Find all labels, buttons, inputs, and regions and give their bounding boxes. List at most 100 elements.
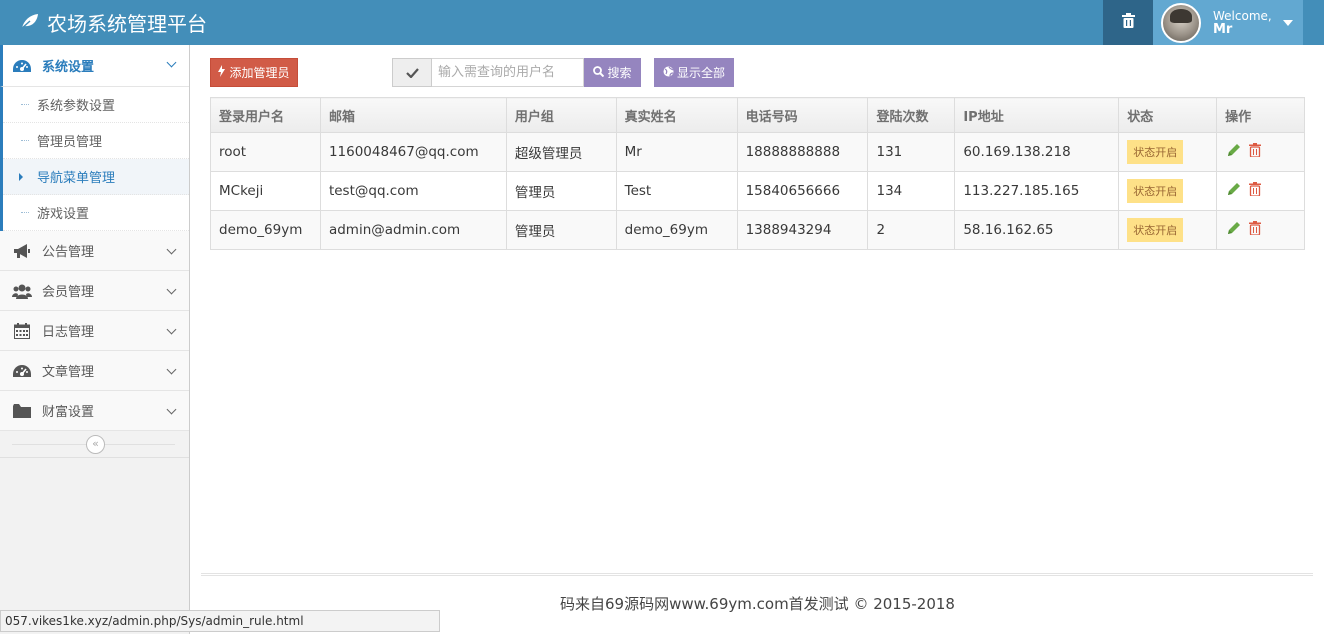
chevron-down-icon	[166, 364, 177, 375]
user-name: Mr	[1213, 21, 1233, 37]
submenu-label: 系统参数设置	[37, 99, 116, 114]
submenu-label: 管理员管理	[37, 135, 103, 150]
submenu-item-admin[interactable]: 管理员管理	[3, 123, 189, 159]
col-header: 真实姓名	[615, 97, 738, 133]
brand-title: 农场系统管理平台	[47, 12, 207, 36]
show-all-label: 显示全部	[676, 66, 725, 80]
col-header: 用户组	[505, 97, 617, 133]
sidebar-item-wealth[interactable]: 财富设置	[0, 391, 189, 431]
globe-icon	[663, 66, 674, 80]
sidebar-item-label: 系统设置	[42, 60, 95, 75]
chevron-down-icon	[166, 284, 177, 295]
sidebar-item-announcements[interactable]: 公告管理	[0, 231, 189, 271]
table-row: root 1160048467@qq.com 超级管理员 Mr 18888888…	[210, 132, 1305, 172]
cell-phone: 1388943294	[736, 210, 869, 250]
table-row: MCkeji test@qq.com 管理员 Test 15840656666 …	[210, 171, 1305, 211]
cell-group: 管理员	[505, 171, 617, 211]
bullhorn-icon	[12, 242, 32, 260]
sidebar-item-label: 会员管理	[42, 285, 95, 300]
browser-status-bar: 057.vikes1ke.xyz/admin.php/Sys/admin_rul…	[0, 610, 440, 632]
cell-logins: 2	[867, 210, 956, 250]
cell-realname: demo_69ym	[615, 210, 738, 250]
table-row: demo_69ym admin@admin.com 管理员 demo_69ym …	[210, 210, 1305, 250]
col-header: 操作	[1216, 97, 1305, 133]
cell-logins: 134	[867, 171, 956, 211]
cell-email: test@qq.com	[319, 171, 507, 211]
check-icon	[392, 58, 432, 87]
col-header: 登录用户名	[210, 97, 321, 133]
cell-username: root	[210, 132, 321, 172]
trash-icon	[1121, 13, 1135, 32]
cell-actions	[1216, 132, 1305, 172]
col-header: 电话号码	[736, 97, 869, 133]
search-icon	[593, 65, 605, 80]
sidebar-item-label: 文章管理	[42, 365, 95, 380]
cell-logins: 131	[867, 132, 956, 172]
cell-username: demo_69ym	[210, 210, 321, 250]
add-admin-button[interactable]: 添加管理员	[210, 58, 298, 87]
cell-realname: Test	[615, 171, 738, 211]
user-menu[interactable]: Welcome, Mr	[1153, 0, 1303, 45]
status-badge[interactable]: 状态开启	[1127, 179, 1184, 203]
sidebar-collapse-bar: «	[0, 431, 189, 458]
user-info: Welcome, Mr	[1213, 9, 1272, 37]
sidebar-item-articles[interactable]: 文章管理	[0, 351, 189, 391]
bolt-icon	[218, 65, 226, 80]
cell-phone: 18888888888	[736, 132, 869, 172]
submenu-item-game[interactable]: 游戏设置	[3, 195, 189, 231]
welcome-text: Welcome,	[1213, 8, 1272, 23]
submenu-label: 导航菜单管理	[37, 171, 116, 186]
cell-ip: 113.227.185.165	[954, 171, 1120, 211]
trash-icon[interactable]	[1249, 182, 1262, 200]
chevron-down-icon	[166, 244, 177, 255]
show-all-button[interactable]: 显示全部	[654, 58, 734, 87]
sidebar-item-label: 日志管理	[42, 325, 95, 340]
admin-table: 登录用户名 邮箱 用户组 真实姓名 电话号码 登陆次数 IP地址 状态 操作 r…	[210, 97, 1305, 250]
sidebar-item-members[interactable]: 会员管理	[0, 271, 189, 311]
add-admin-label: 添加管理员	[229, 66, 290, 80]
cell-group: 管理员	[505, 210, 617, 250]
status-badge[interactable]: 状态开启	[1127, 218, 1184, 242]
caret-down-icon	[1283, 20, 1293, 26]
pencil-icon[interactable]	[1227, 221, 1241, 239]
col-header: 邮箱	[319, 97, 507, 133]
cell-status: 状态开启	[1118, 132, 1218, 172]
folder-icon	[12, 402, 32, 420]
collapse-icon[interactable]: «	[86, 435, 105, 454]
pencil-icon[interactable]	[1227, 143, 1241, 161]
cell-actions	[1216, 171, 1305, 211]
search-button-label: 搜索	[607, 66, 632, 80]
chevron-down-icon	[166, 404, 177, 415]
col-header: 登陆次数	[867, 97, 956, 133]
navbar: 农场系统管理平台 Welcome, Mr	[0, 0, 1324, 45]
brand[interactable]: 农场系统管理平台	[20, 0, 207, 45]
trash-button[interactable]	[1103, 0, 1153, 45]
submenu-item-nav-menu[interactable]: 导航菜单管理	[3, 159, 189, 195]
cell-email: 1160048467@qq.com	[319, 132, 507, 172]
submenu: 系统参数设置 管理员管理 导航菜单管理 游戏设置	[0, 87, 189, 231]
search-button[interactable]: 搜索	[584, 58, 641, 87]
sidebar-item-label: 财富设置	[42, 405, 95, 420]
cell-actions	[1216, 210, 1305, 250]
pencil-icon[interactable]	[1227, 182, 1241, 200]
col-header: 状态	[1118, 97, 1218, 133]
cell-username: MCkeji	[210, 171, 321, 211]
table-header-row: 登录用户名 邮箱 用户组 真实姓名 电话号码 登陆次数 IP地址 状态 操作	[210, 97, 1305, 133]
submenu-label: 游戏设置	[37, 207, 90, 222]
chevron-down-icon	[166, 57, 177, 68]
sidebar-item-logs[interactable]: 日志管理	[0, 311, 189, 351]
submenu-item-params[interactable]: 系统参数设置	[3, 87, 189, 123]
avatar	[1161, 2, 1201, 43]
cell-status: 状态开启	[1118, 210, 1218, 250]
cell-realname: Mr	[615, 132, 738, 172]
trash-icon[interactable]	[1249, 143, 1262, 161]
calendar-icon	[12, 322, 32, 340]
search-input[interactable]	[432, 58, 584, 87]
dashboard-icon	[12, 57, 32, 75]
leaf-icon	[20, 11, 47, 35]
dashboard-icon	[12, 362, 32, 380]
status-badge[interactable]: 状态开启	[1127, 140, 1184, 164]
sidebar-item-system-settings[interactable]: 系统设置	[0, 45, 189, 87]
cell-email: admin@admin.com	[319, 210, 507, 250]
trash-icon[interactable]	[1249, 221, 1262, 239]
